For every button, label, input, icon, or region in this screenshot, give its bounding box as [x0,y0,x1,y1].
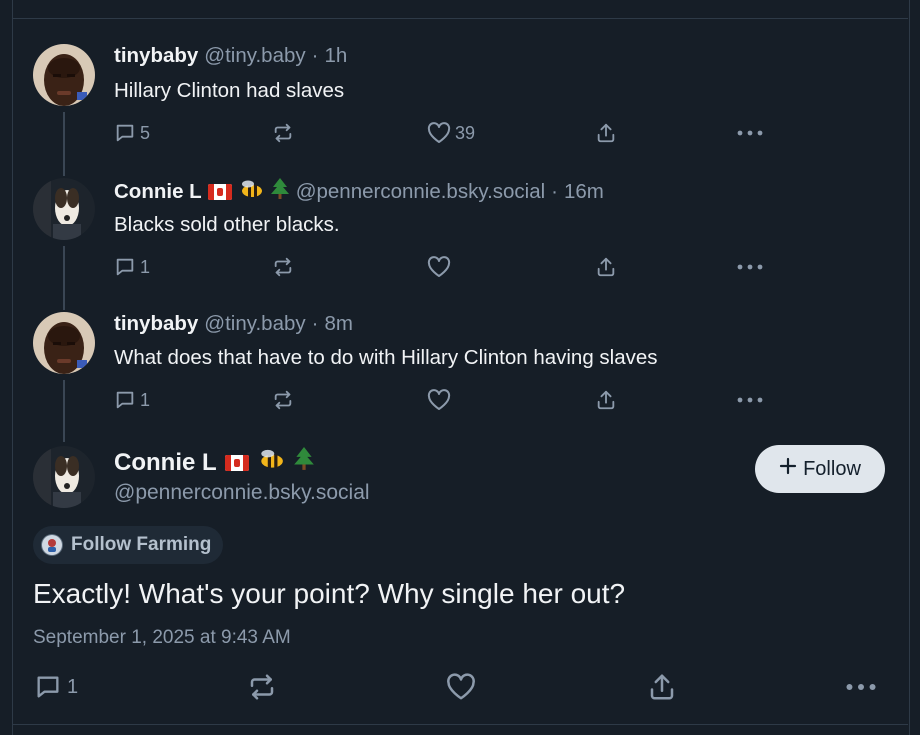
reply-icon [114,389,136,411]
author-name[interactable]: Connie L [114,449,217,477]
like-button[interactable] [427,252,455,282]
separator-dot: · [551,180,558,203]
post-time[interactable]: 8m [324,312,352,336]
label-icon [41,534,63,556]
post-text: Hillary Clinton had slaves [114,79,345,102]
reply-icon [114,256,136,278]
repost-button[interactable] [272,252,298,282]
more-icon [737,397,763,403]
share-icon [595,389,617,411]
pine-tree-icon [293,447,315,478]
avatar[interactable] [33,44,95,106]
post-header: tinybaby @tiny.baby · 8m [114,312,353,336]
thread-connector [63,112,65,176]
canada-flag-icon [207,184,232,200]
author-handle[interactable]: @pennerconnie.bsky.social [114,481,370,505]
reply-button[interactable]: 5 [114,118,150,148]
follow-label: Follow [803,457,861,480]
author-handle[interactable]: @tiny.baby [204,44,305,68]
author-name[interactable]: tinybaby [114,44,198,68]
author-name[interactable]: tinybaby [114,312,198,336]
reply-icon [114,122,136,144]
bottom-divider [12,724,908,725]
more-button[interactable] [737,118,763,148]
repost-icon [272,122,294,144]
thread-connector [63,246,65,310]
more-icon [846,683,876,691]
bee-icon [238,179,264,205]
avatar[interactable] [33,178,95,240]
separator-dot: · [311,312,319,335]
reply-count: 1 [140,389,151,410]
post-text: What does that have to do with Hillary C… [114,346,658,369]
top-divider [12,18,908,19]
follow-button[interactable]: Follow [755,445,885,493]
post-header: tinybaby @tiny.baby · 1h [114,44,347,68]
repost-button[interactable] [247,670,277,704]
separator-dot: · [311,44,319,67]
share-button[interactable] [595,252,617,282]
reply-count: 1 [67,675,79,698]
post-time[interactable]: 16m [564,180,604,204]
like-button[interactable] [446,670,476,704]
post-text: Blacks sold other blacks. [114,213,340,236]
canada-flag-icon [224,454,249,471]
like-button[interactable]: 39 [427,118,475,148]
avatar[interactable] [33,446,95,508]
main-post-text: Exactly! What's your point? Why single h… [33,578,626,609]
like-count: 39 [455,122,476,143]
main-author-name-row: Connie L [114,447,315,478]
share-button[interactable] [647,670,677,704]
avatar[interactable] [33,312,95,374]
more-button[interactable] [846,670,876,704]
post-actions: 1 [114,252,774,282]
more-button[interactable] [737,252,763,282]
post-time[interactable]: 1h [324,44,347,68]
share-icon [647,672,677,702]
repost-button[interactable] [272,118,298,148]
repost-icon [272,256,294,278]
follow-farming-chip[interactable]: Follow Farming [33,526,224,564]
main-post-actions: 1 [33,670,883,704]
repost-button[interactable] [272,385,298,415]
like-button[interactable] [427,385,455,415]
share-icon [595,122,617,144]
reply-button[interactable]: 1 [114,385,150,415]
reply-button[interactable]: 1 [114,252,150,282]
thread-connector [63,380,65,442]
post-header: Connie L @pennerconnie.bsky.social · 16m [114,178,604,206]
like-icon [427,256,451,278]
like-icon [446,673,476,701]
reply-count: 5 [140,122,151,143]
like-icon [427,389,451,411]
reply-button[interactable]: 1 [33,670,78,704]
share-button[interactable] [595,385,617,415]
more-button[interactable] [737,385,763,415]
share-button[interactable] [595,118,617,148]
more-icon [737,264,763,270]
bee-icon [257,448,285,477]
share-icon [595,256,617,278]
plus-icon [779,457,797,481]
author-name[interactable]: Connie L [114,180,202,204]
more-icon [737,130,763,136]
repost-icon [272,389,294,411]
reply-count: 1 [140,256,151,277]
author-handle[interactable]: @pennerconnie.bsky.social [296,180,545,204]
post-actions: 5 39 [114,118,774,148]
chip-label: Follow Farming [71,534,212,555]
like-icon [427,122,451,144]
post-actions: 1 [114,385,774,415]
post-date: September 1, 2025 at 9:43 AM [33,627,291,648]
repost-icon [247,672,277,702]
reply-icon [33,673,63,701]
author-handle[interactable]: @tiny.baby [204,312,305,336]
pine-tree-icon [270,178,290,206]
